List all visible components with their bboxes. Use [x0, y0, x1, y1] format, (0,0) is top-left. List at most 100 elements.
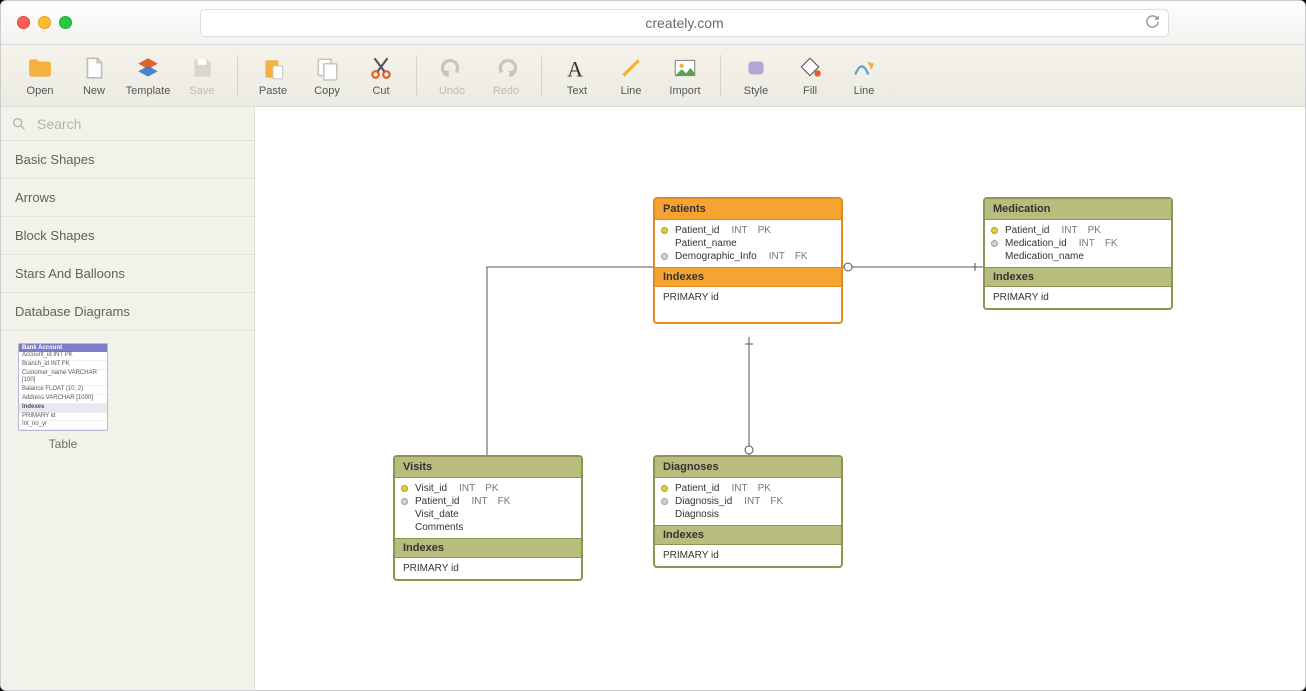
field-row: Patient_idINTPK	[661, 224, 835, 237]
new-label: New	[83, 85, 105, 97]
entity-title: Medication	[985, 199, 1171, 220]
paste-button[interactable]: Paste	[246, 47, 300, 105]
mini-row: Address VARCHAR [1000]	[19, 395, 107, 404]
mini-row: Balance FLOAT (10, 2)	[19, 386, 107, 395]
template-label: Template	[126, 85, 171, 97]
field-row: Medication_idINTFK	[991, 237, 1165, 250]
line-style-label: Line	[854, 85, 875, 97]
entity-fields: Patient_idINTPK Diagnosis_idINTFK Diagno…	[655, 478, 841, 525]
cut-label: Cut	[372, 85, 389, 97]
toolbar-separator	[416, 55, 417, 97]
pk-icon	[661, 485, 668, 492]
field-row: Patient_idINTPK	[661, 482, 835, 495]
redo-button[interactable]: Redo	[479, 47, 533, 105]
fk-icon	[661, 253, 668, 260]
field-row: Visit_date	[401, 508, 575, 521]
index-row: PRIMARY id	[395, 558, 581, 579]
style-label: Style	[744, 85, 768, 97]
line-style-button[interactable]: Line	[837, 47, 891, 105]
cut-button[interactable]: Cut	[354, 47, 408, 105]
import-label: Import	[669, 85, 700, 97]
category-basic-shapes[interactable]: Basic Shapes	[1, 141, 254, 179]
copy-button[interactable]: Copy	[300, 47, 354, 105]
new-button[interactable]: New	[67, 47, 121, 105]
category-database-diagrams[interactable]: Database Diagrams	[1, 293, 254, 331]
toolbar-separator	[541, 55, 542, 97]
fk-icon	[991, 240, 998, 247]
app-window: creately.com Open New Template Save Past…	[0, 0, 1306, 691]
reload-icon[interactable]	[1145, 14, 1160, 32]
paste-label: Paste	[259, 85, 287, 97]
entity-medication[interactable]: Medication Patient_idINTPK Medication_id…	[983, 197, 1173, 310]
table-shape-preview: Bank Account Account_id INT PK Branch_id…	[18, 343, 108, 431]
field-row: Visit_idINTPK	[401, 482, 575, 495]
entity-diagnoses[interactable]: Diagnoses Patient_idINTPK Diagnosis_idIN…	[653, 455, 843, 568]
minimize-button[interactable]	[38, 16, 51, 29]
field-row: Demographic_InfoINTFK	[661, 250, 835, 263]
open-label: Open	[27, 85, 54, 97]
canvas[interactable]: Patients Patient_idINTPK Patient_name De…	[255, 107, 1305, 690]
shape-panel: Bank Account Account_id INT PK Branch_id…	[1, 331, 254, 463]
field-row: Diagnosis_idINTFK	[661, 495, 835, 508]
text-button[interactable]: A Text	[550, 47, 604, 105]
connector-layer	[255, 107, 1305, 690]
mini-row: Customer_name VARCHAR [100]	[19, 370, 107, 387]
indexes-header: Indexes	[395, 538, 581, 558]
entity-title: Diagnoses	[655, 457, 841, 478]
entity-title: Patients	[655, 199, 841, 220]
pk-icon	[661, 227, 668, 234]
address-bar[interactable]: creately.com	[200, 9, 1169, 37]
toolbar-separator	[237, 55, 238, 97]
toolbar: Open New Template Save Paste Copy Cut Un…	[1, 45, 1305, 107]
search-icon	[11, 116, 27, 132]
field-row: Comments	[401, 521, 575, 534]
entity-fields: Patient_idINTPK Patient_name Demographic…	[655, 220, 841, 267]
indexes-header: Indexes	[985, 267, 1171, 287]
pk-icon	[991, 227, 998, 234]
save-label: Save	[189, 85, 214, 97]
category-stars-balloons[interactable]: Stars And Balloons	[1, 255, 254, 293]
mini-idx-header: Indexes	[19, 404, 107, 413]
search-row	[1, 107, 254, 141]
titlebar: creately.com	[1, 1, 1305, 45]
field-row: Patient_idINTPK	[991, 224, 1165, 237]
mini-idx-row: Int_no_yr	[19, 421, 107, 430]
svg-text:A: A	[567, 57, 583, 80]
shape-table[interactable]: Bank Account Account_id INT PK Branch_id…	[13, 343, 113, 451]
fill-label: Fill	[803, 85, 817, 97]
field-row: Diagnosis	[661, 508, 835, 521]
sidebar: Basic Shapes Arrows Block Shapes Stars A…	[1, 107, 255, 690]
open-button[interactable]: Open	[13, 47, 67, 105]
entity-patients[interactable]: Patients Patient_idINTPK Patient_name De…	[653, 197, 843, 324]
index-row: PRIMARY id	[985, 287, 1171, 308]
index-row: PRIMARY id	[655, 545, 841, 566]
save-button[interactable]: Save	[175, 47, 229, 105]
close-button[interactable]	[17, 16, 30, 29]
style-button[interactable]: Style	[729, 47, 783, 105]
undo-button[interactable]: Undo	[425, 47, 479, 105]
maximize-button[interactable]	[59, 16, 72, 29]
toolbar-separator	[720, 55, 721, 97]
entity-fields: Visit_idINTPK Patient_idINTFK Visit_date…	[395, 478, 581, 538]
redo-label: Redo	[493, 85, 519, 97]
line-tool-button[interactable]: Line	[604, 47, 658, 105]
undo-label: Undo	[439, 85, 465, 97]
search-input[interactable]	[37, 116, 244, 132]
fill-button[interactable]: Fill	[783, 47, 837, 105]
category-block-shapes[interactable]: Block Shapes	[1, 217, 254, 255]
main: Basic Shapes Arrows Block Shapes Stars A…	[1, 107, 1305, 690]
category-arrows[interactable]: Arrows	[1, 179, 254, 217]
field-row: Medication_name	[991, 250, 1165, 263]
text-label: Text	[567, 85, 587, 97]
indexes-header: Indexes	[655, 267, 841, 287]
mini-idx-row: PRIMARY id	[19, 413, 107, 422]
field-row: Patient_name	[661, 237, 835, 250]
fk-icon	[661, 498, 668, 505]
entity-visits[interactable]: Visits Visit_idINTPK Patient_idINTFK Vis…	[393, 455, 583, 581]
template-button[interactable]: Template	[121, 47, 175, 105]
field-row: Patient_idINTFK	[401, 495, 575, 508]
mini-row: Account_id INT PK	[19, 352, 107, 361]
entity-fields: Patient_idINTPK Medication_idINTFK Medic…	[985, 220, 1171, 267]
fk-icon	[401, 498, 408, 505]
import-button[interactable]: Import	[658, 47, 712, 105]
